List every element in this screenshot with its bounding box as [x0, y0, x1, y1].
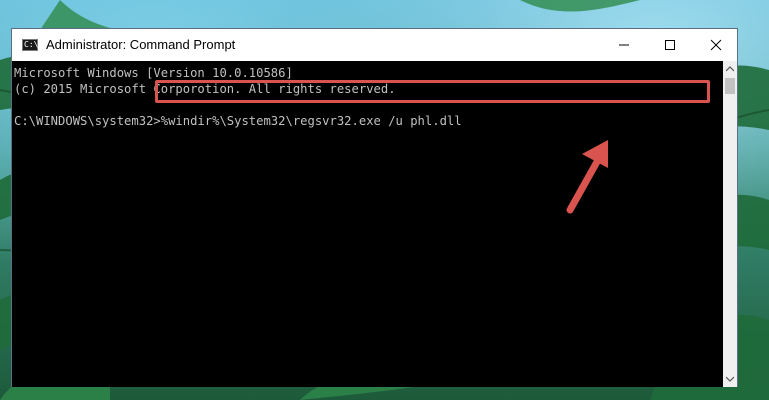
console-command: %windir%\System32\regsvr32.exe /u phl.dl… [160, 114, 462, 128]
console-output[interactable]: Microsoft Windows [Version 10.0.10586] (… [12, 61, 723, 387]
console-version-line: Microsoft Windows [Version 10.0.10586] [14, 66, 293, 80]
console-command-line[interactable]: C:\WINDOWS\system32>%windir%\System32\re… [14, 113, 462, 129]
maximize-icon [665, 39, 675, 50]
maximize-button[interactable] [647, 29, 693, 60]
minimize-icon [619, 44, 629, 45]
title-bar[interactable]: C:\ Administrator: Command Prompt [12, 29, 737, 61]
minimize-button[interactable] [601, 29, 647, 60]
close-button[interactable] [693, 29, 739, 60]
scroll-up-button[interactable] [723, 61, 737, 77]
cmd-icon: C:\ [22, 39, 38, 51]
chevron-down-icon [726, 376, 734, 382]
scroll-down-button[interactable] [723, 371, 737, 387]
vertical-scrollbar[interactable] [723, 61, 737, 387]
red-arrow-annotation [566, 140, 608, 214]
cmd-icon-label: C:\ [24, 40, 39, 49]
console-prompt: C:\WINDOWS\system32> [14, 114, 161, 128]
chevron-up-icon [726, 66, 734, 72]
window-title: Administrator: Command Prompt [46, 37, 236, 52]
command-highlight-box [155, 80, 710, 103]
close-icon [710, 39, 722, 50]
scroll-thumb[interactable] [725, 78, 735, 94]
